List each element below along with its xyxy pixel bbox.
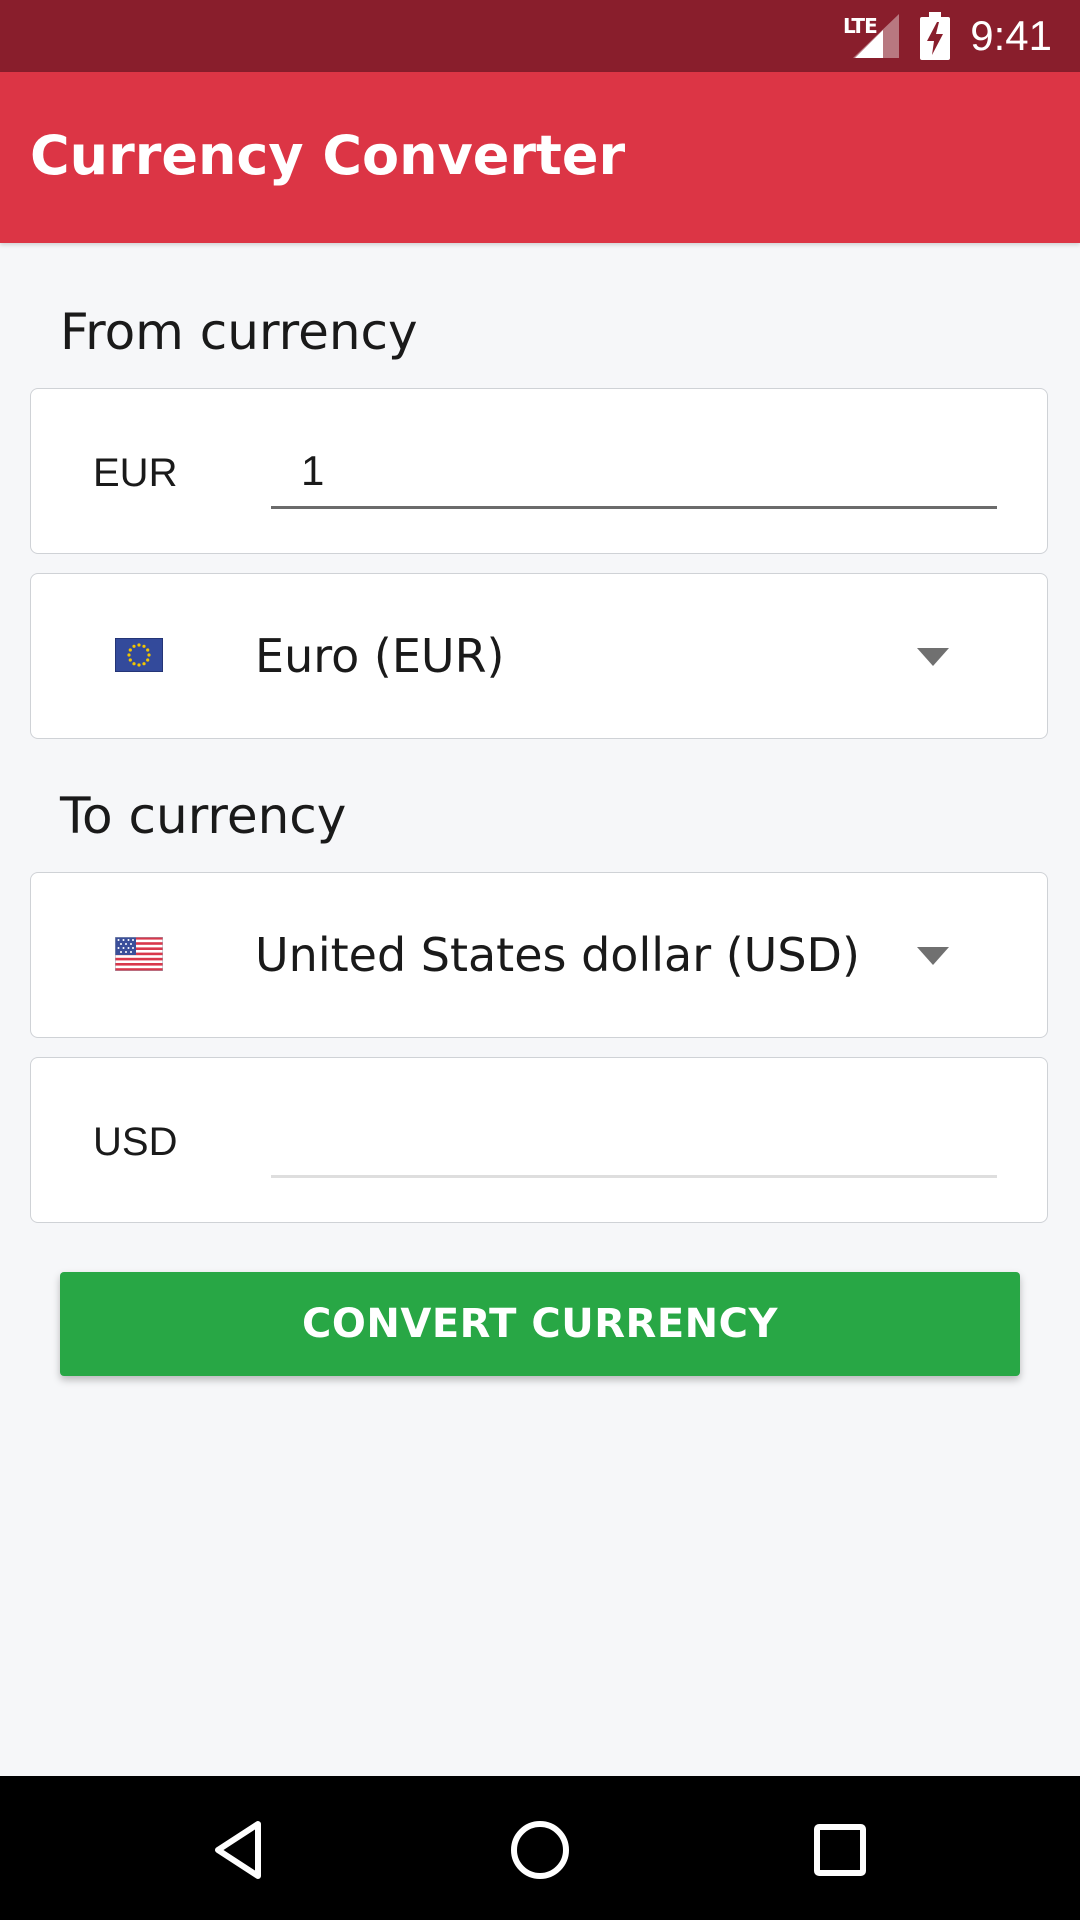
from-currency-value: Euro (EUR) xyxy=(255,629,505,683)
screen: LTE 9:41 Currency Converter From currenc… xyxy=(0,0,1080,1920)
from-amount-input[interactable] xyxy=(271,435,997,509)
navigation-bar xyxy=(0,1776,1080,1920)
app-title: Currency Converter xyxy=(30,124,626,187)
eu-flag-icon xyxy=(115,638,163,672)
from-amount-card: EUR xyxy=(30,388,1048,554)
to-amount-input[interactable] xyxy=(271,1104,997,1178)
status-bar: LTE 9:41 xyxy=(0,0,1080,72)
to-currency-select[interactable]: United States dollar (USD) xyxy=(30,872,1048,1038)
from-currency-label: From currency xyxy=(60,303,418,361)
convert-currency-button[interactable]: CONVERT CURRENCY xyxy=(60,1272,1020,1376)
from-currency-code: EUR xyxy=(93,451,178,495)
to-amount-card: USD xyxy=(30,1057,1048,1223)
battery-charging-icon xyxy=(920,12,950,60)
to-currency-code: USD xyxy=(93,1120,178,1164)
chevron-down-icon xyxy=(917,947,949,965)
us-flag-icon xyxy=(115,937,163,971)
recents-square-icon[interactable] xyxy=(792,1802,888,1898)
from-currency-select[interactable]: Euro (EUR) xyxy=(30,573,1048,739)
status-time: 9:41 xyxy=(970,12,1052,59)
back-triangle-icon[interactable] xyxy=(192,1802,288,1898)
network-type-label: LTE xyxy=(843,14,878,38)
to-currency-label: To currency xyxy=(60,787,347,845)
app-bar: Currency Converter xyxy=(0,72,1080,243)
home-circle-icon[interactable] xyxy=(492,1802,588,1898)
to-currency-value: United States dollar (USD) xyxy=(255,928,860,982)
chevron-down-icon xyxy=(917,648,949,666)
